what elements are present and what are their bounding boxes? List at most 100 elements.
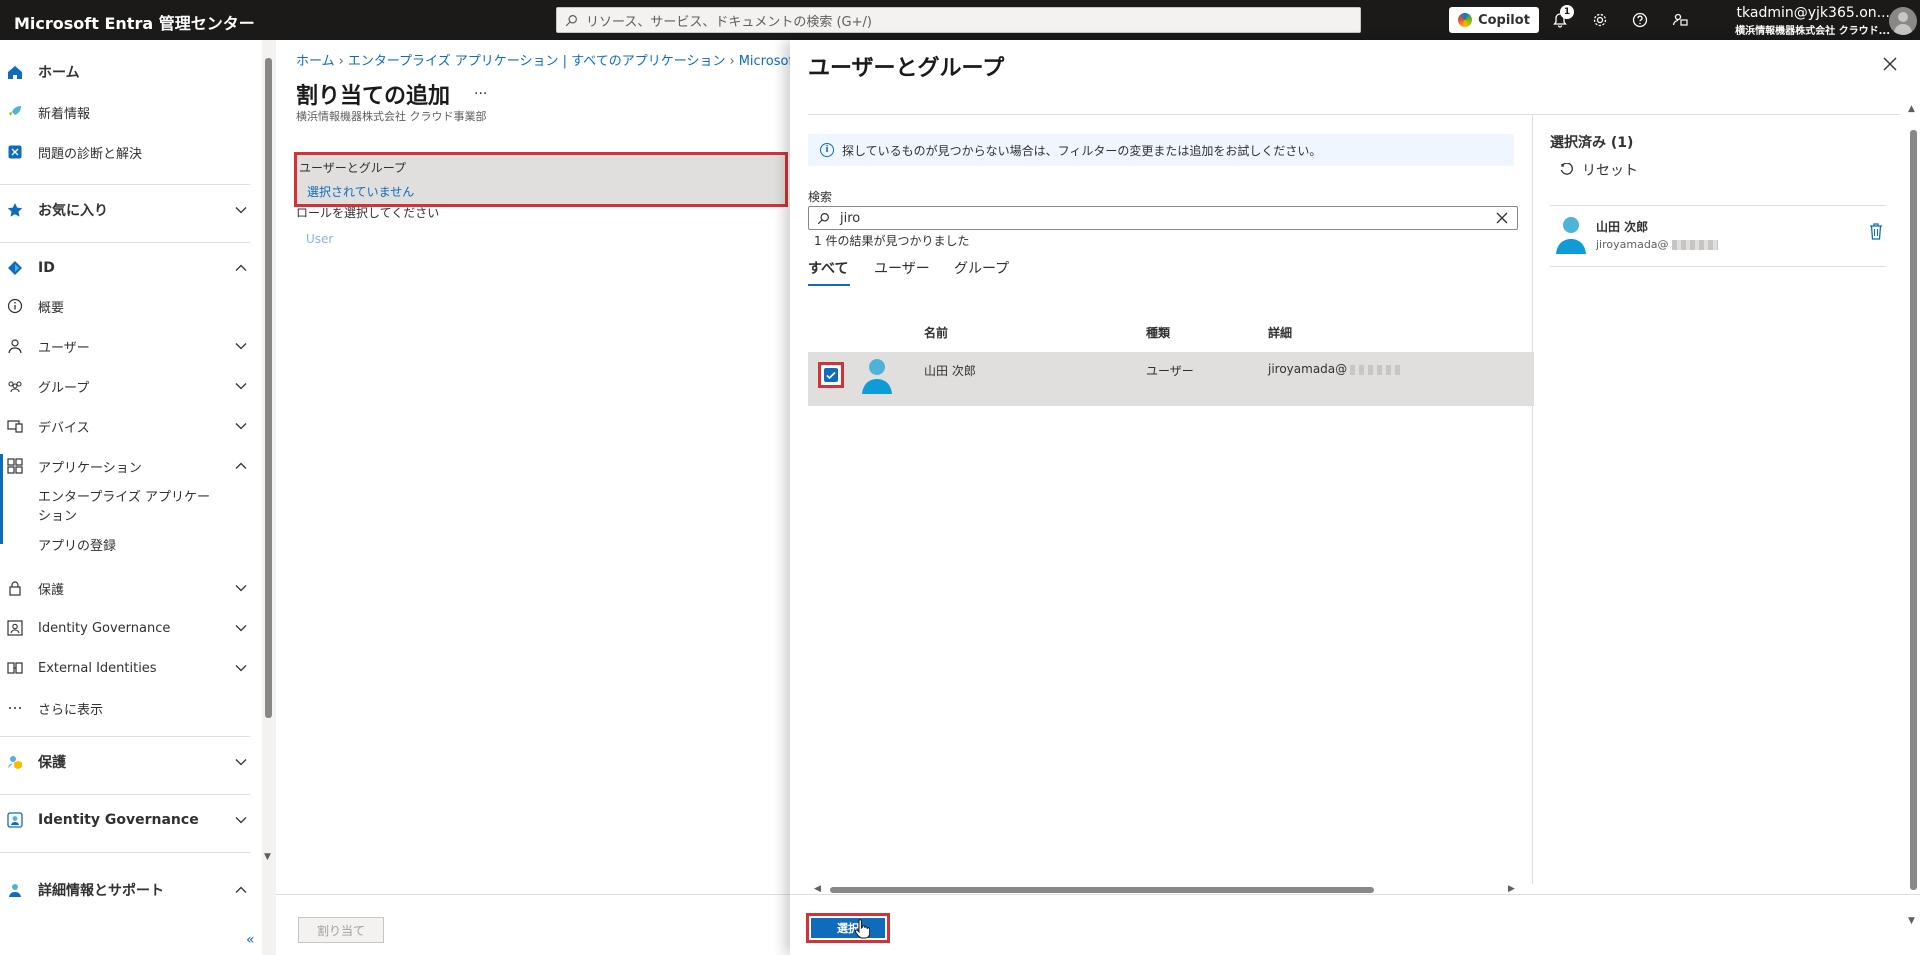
nav-devices[interactable]: デバイス xyxy=(0,410,262,442)
nav-users-label: ユーザー xyxy=(38,340,90,356)
nav-applications[interactable]: アプリケーション xyxy=(0,450,262,482)
role-value-link[interactable]: User xyxy=(306,232,333,246)
search-icon xyxy=(565,14,577,26)
nav-learn-support[interactable]: 詳細情報とサポート xyxy=(0,874,262,906)
user-avatar-icon xyxy=(862,359,892,394)
nav-show-more[interactable]: さらに表示 xyxy=(0,692,262,724)
more-icon xyxy=(9,707,21,709)
users-groups-value-link[interactable]: 選択されていません xyxy=(307,183,414,200)
nav-identity-governance[interactable]: Identity Governance xyxy=(0,612,262,644)
column-header-detail[interactable]: 詳細 xyxy=(1268,324,1292,341)
tab-groups[interactable]: グループ xyxy=(954,258,1009,278)
devices-icon xyxy=(7,420,23,433)
tab-users[interactable]: ユーザー xyxy=(874,258,930,278)
nav-protection-section-label: 保護 xyxy=(38,755,66,771)
nav-separator xyxy=(0,794,250,795)
scroll-left-icon[interactable]: ◀ xyxy=(814,884,821,894)
row-detail: jiroyamada@ xyxy=(1268,362,1403,376)
support-person-icon xyxy=(9,884,21,897)
settings-button[interactable] xyxy=(1588,8,1612,32)
identity-diamond-icon xyxy=(8,261,22,275)
assign-button[interactable]: 割り当て xyxy=(298,917,384,943)
gear-icon xyxy=(1593,13,1607,27)
breadcrumb-home[interactable]: ホーム xyxy=(296,54,335,69)
chevron-down-icon xyxy=(235,383,247,390)
chevron-down-icon xyxy=(235,759,247,766)
nav-overview[interactable]: 概要 xyxy=(0,290,262,322)
nav-home[interactable]: ホーム xyxy=(0,56,262,88)
chevron-down-icon xyxy=(235,625,247,632)
selected-divider xyxy=(1550,266,1886,267)
nav-learn-support-label: 詳細情報とサポート xyxy=(38,883,164,899)
account-avatar[interactable] xyxy=(1889,7,1917,35)
breadcrumb-enterprise-apps[interactable]: エンタープライズ アプリケーション | すべてのアプリケーション xyxy=(348,54,726,69)
clear-search-icon[interactable] xyxy=(1495,211,1509,225)
main-footer: 割り当て xyxy=(276,894,790,955)
horizontal-scrollbar-thumb[interactable] xyxy=(830,887,1374,893)
governance-icon xyxy=(7,620,23,636)
lock-icon xyxy=(9,581,21,596)
notifications-button[interactable]: 1 xyxy=(1548,5,1574,32)
collapse-sidebar-button[interactable]: « xyxy=(246,932,255,948)
column-header-type[interactable]: 種類 xyxy=(1146,324,1170,341)
close-icon[interactable] xyxy=(1880,54,1900,74)
sidebar-scroll-down-icon[interactable]: ▼ xyxy=(264,852,271,862)
nav-whats-new[interactable]: 新着情報 xyxy=(0,96,262,128)
column-header-name[interactable]: 名前 xyxy=(924,324,948,341)
scroll-right-icon[interactable]: ▶ xyxy=(1508,884,1515,894)
panel-title: ユーザーとグループ xyxy=(808,56,1005,81)
redacted-text xyxy=(1350,364,1403,375)
more-actions-button[interactable]: ... xyxy=(474,82,487,98)
selected-user-email: jiroyamada@ xyxy=(1596,238,1718,251)
add-assignment-blade: ホーム › エンタープライズ アプリケーション | すべてのアプリケーション › Mic… xyxy=(276,40,837,955)
select-button-highlight: 選択 xyxy=(806,913,890,943)
help-button[interactable] xyxy=(1628,8,1652,32)
nav-external-identities[interactable]: External Identities xyxy=(0,652,262,684)
chevron-down-icon xyxy=(235,665,247,672)
nav-diagnose[interactable]: 問題の診断と解決 xyxy=(0,136,262,168)
nav-favorites-label: お気に入り xyxy=(38,203,108,219)
reset-button[interactable]: リセット xyxy=(1560,160,1638,180)
protection-user-icon xyxy=(8,756,22,769)
account-menu[interactable]: tkadmin@yjk365.on... 横浜情報機器株式会社 クラウド... xyxy=(1720,5,1890,37)
rocket-icon xyxy=(9,106,21,116)
user-search-input[interactable]: jiro xyxy=(808,206,1518,230)
nav-enterprise-apps[interactable]: エンタープライズ アプリケーション xyxy=(38,488,218,526)
copilot-icon xyxy=(1458,13,1473,27)
nav-identity[interactable]: ID xyxy=(0,252,262,284)
nav-identity-governance-label: Identity Governance xyxy=(38,620,171,636)
reset-label: リセット xyxy=(1582,163,1638,179)
checkmark-icon xyxy=(826,371,836,380)
panel-vertical-scrollbar-thumb[interactable] xyxy=(1910,130,1917,890)
sidebar-scrollbar-thumb[interactable] xyxy=(265,58,272,718)
info-message-bar: i 探しているものが見つからない場合は、フィルターの変更または追加をお試しくださ… xyxy=(808,134,1514,166)
checkbox-checked xyxy=(824,368,838,382)
feedback-button[interactable] xyxy=(1668,8,1692,32)
brand-title[interactable]: Microsoft Entra 管理センター xyxy=(14,10,255,34)
trash-icon[interactable] xyxy=(1868,222,1884,240)
select-button[interactable]: 選択 xyxy=(811,918,885,938)
panel-divider xyxy=(808,114,1900,115)
global-search-input[interactable]: リソース、サービス、ドキュメントの検索 (G+/) xyxy=(556,7,1361,33)
nav-identity-governance-section[interactable]: Identity Governance xyxy=(0,804,262,836)
panel-vertical-scrollbar[interactable]: ▲ ▼ xyxy=(1908,104,1918,926)
users-groups-selector[interactable]: ユーザーとグループ 選択されていません xyxy=(294,152,788,207)
nav-app-registrations[interactable]: アプリの登録 xyxy=(38,537,116,556)
row-checkbox[interactable] xyxy=(818,362,844,388)
scroll-up-icon[interactable]: ▲ xyxy=(1908,104,1915,114)
nav-favorites[interactable]: お気に入り xyxy=(0,194,262,226)
breadcrumb-separator-icon: › xyxy=(729,54,735,69)
nav-protection[interactable]: 保護 xyxy=(0,572,262,604)
copilot-button[interactable]: Copilot xyxy=(1449,7,1539,33)
users-groups-panel: ユーザーとグループ i 探しているものが見つからない場合は、フィルターの変更また… xyxy=(790,40,1920,955)
tab-all[interactable]: すべて xyxy=(808,258,848,278)
chevron-up-icon xyxy=(235,462,247,469)
nav-groups[interactable]: グループ xyxy=(0,370,262,402)
global-search-placeholder: リソース、サービス、ドキュメントの検索 (G+/) xyxy=(586,14,872,30)
nav-devices-label: デバイス xyxy=(38,420,90,436)
nav-protection-section[interactable]: 保護 xyxy=(0,746,262,778)
selected-user-name: 山田 次郎 xyxy=(1596,220,1649,234)
table-row[interactable]: 山田 次郎 ユーザー jiroyamada@ xyxy=(808,352,1534,406)
nav-identity-label: ID xyxy=(38,260,55,276)
nav-users[interactable]: ユーザー xyxy=(0,330,262,362)
